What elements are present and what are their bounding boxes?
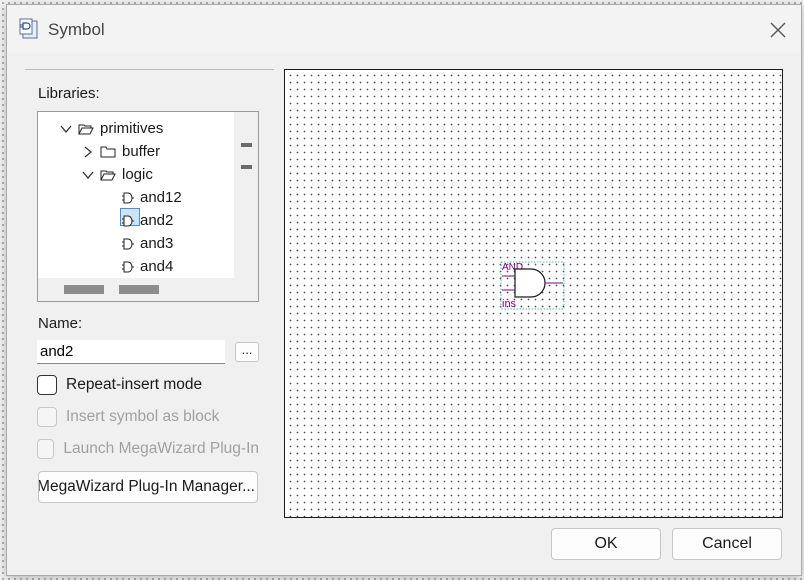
scrollbar-arrow-right[interactable] xyxy=(119,285,159,294)
insert-as-block-checkbox xyxy=(37,407,57,427)
close-icon xyxy=(770,22,786,38)
repeat-insert-label: Repeat-insert mode xyxy=(66,376,203,393)
gate-symbol-icon xyxy=(122,215,134,226)
name-label: Name: xyxy=(38,315,83,332)
megawizard-manager-button[interactable]: MegaWizard Plug-In Manager... xyxy=(38,471,258,503)
symbol-preview: AND ins xyxy=(284,69,783,518)
repeat-insert-option[interactable]: Repeat-insert mode xyxy=(37,374,202,396)
libraries-tree[interactable]: primitives buffer logic and12 and2 and3 xyxy=(37,111,259,302)
tree-item-label: buffer xyxy=(122,143,161,160)
tree-item-and4[interactable]: and4 xyxy=(122,255,173,278)
tree-item-logic[interactable]: logic xyxy=(82,163,153,186)
libraries-label: Libraries: xyxy=(38,85,100,102)
open-folder-icon xyxy=(100,170,116,180)
tree-item-label: primitives xyxy=(100,120,164,137)
close-button[interactable] xyxy=(763,15,793,45)
tree-item-buffer[interactable]: buffer xyxy=(82,140,160,163)
folder-icon xyxy=(100,146,116,157)
scrollbar-arrow-down[interactable] xyxy=(241,165,252,169)
gate-symbol-icon xyxy=(122,238,134,249)
megawizard-manager-label: MegaWizard Plug-In Manager... xyxy=(38,478,255,495)
ok-button[interactable]: OK xyxy=(551,528,661,560)
tree-item-label: logic xyxy=(122,166,153,183)
name-input[interactable] xyxy=(37,340,225,364)
instance-name-text: ins xyxy=(502,298,517,310)
tree-item-label: and2 xyxy=(140,212,174,229)
scrollbar-arrow-up[interactable] xyxy=(241,143,252,147)
gate-symbol-icon xyxy=(122,192,134,203)
tree-item-label: and3 xyxy=(140,235,174,252)
tree-item-and12[interactable]: and12 xyxy=(122,186,182,209)
tree-item-and2[interactable]: and2 xyxy=(122,209,173,232)
cancel-button[interactable]: Cancel xyxy=(672,528,782,560)
title-bar: Symbol xyxy=(7,5,801,53)
gate-symbol-icon xyxy=(122,261,134,272)
launch-megawizard-checkbox xyxy=(37,439,55,459)
browse-button[interactable]: ... xyxy=(235,342,259,362)
symbol-app-icon xyxy=(19,18,38,39)
tree-item-and3[interactable]: and3 xyxy=(122,232,173,255)
chevron-down-icon xyxy=(82,171,94,179)
symbol-dialog: Symbol Libraries: primitives buffer logi… xyxy=(6,4,802,576)
insert-as-block-option: Insert symbol as block xyxy=(37,406,219,428)
launch-megawizard-option: Launch MegaWizard Plug-In xyxy=(37,438,259,460)
chevron-right-icon xyxy=(84,146,93,157)
tree-item-label: and12 xyxy=(140,189,182,206)
insert-as-block-label: Insert symbol as block xyxy=(66,408,220,425)
launch-megawizard-label: Launch MegaWizard Plug-In xyxy=(63,440,259,457)
vertical-scrollbar[interactable] xyxy=(234,112,258,278)
and-gate-symbol: AND ins xyxy=(500,261,565,310)
chevron-down-icon xyxy=(60,125,72,133)
horizontal-scrollbar[interactable] xyxy=(38,278,258,301)
window-title: Symbol xyxy=(48,20,105,39)
separator xyxy=(25,69,274,70)
tree-item-primitives[interactable]: primitives xyxy=(60,117,163,140)
scrollbar-arrow-left[interactable] xyxy=(64,285,104,294)
open-folder-icon xyxy=(78,124,94,134)
repeat-insert-checkbox[interactable] xyxy=(37,375,57,395)
tree-item-label: and4 xyxy=(140,258,174,275)
